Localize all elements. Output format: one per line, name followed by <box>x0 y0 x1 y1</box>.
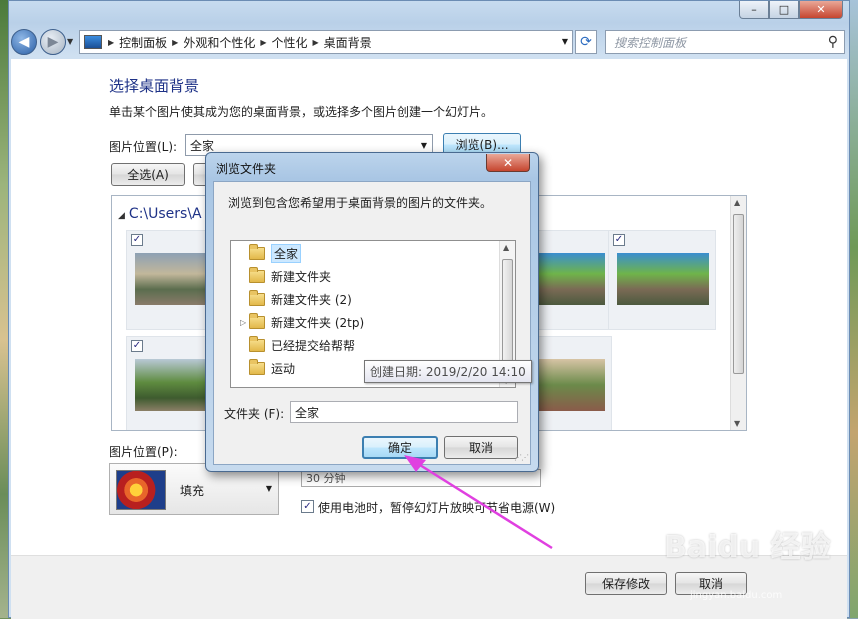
breadcrumb-desktop-background[interactable]: 桌面背景 <box>324 34 372 51</box>
tree-item[interactable]: 已经提交给帮帮 <box>249 335 355 355</box>
folder-icon <box>249 312 265 329</box>
dialog-title: 浏览文件夹 <box>216 162 277 176</box>
picture-location-value: 全家 <box>190 138 215 153</box>
back-button[interactable]: ◀ <box>11 29 37 55</box>
resize-grip-icon[interactable]: ⋰⋰ <box>514 453 529 462</box>
baidu-watermark: Baidu 经验 <box>664 530 831 565</box>
dialog-cancel-button[interactable]: 取消 <box>444 436 518 459</box>
thumbnail-image <box>617 253 709 305</box>
folder-field[interactable]: 全家 <box>290 401 518 423</box>
page-description: 单击某个图片使其成为您的桌面背景，或选择多个图片创建一个幻灯片。 <box>109 105 494 119</box>
search-input[interactable]: 搜索控制面板 ⚲ <box>605 30 845 54</box>
folder-group-header[interactable]: ◢ C:\Users\A <box>118 206 202 222</box>
folder-field-label: 文件夹 (F): <box>224 407 285 421</box>
watermark-url: jingyan.baidu.com <box>690 590 783 601</box>
close-button[interactable]: ✕ <box>799 1 843 19</box>
thumbnail-checkbox[interactable]: ✓ <box>131 340 143 352</box>
position-preview-image <box>116 470 166 510</box>
chevron-down-icon[interactable]: ▼ <box>266 484 272 493</box>
window-caption-buttons: – □ ✕ <box>739 1 843 19</box>
tree-item[interactable]: 全家 <box>249 243 302 263</box>
chevron-right-icon[interactable]: ▶ <box>260 38 266 47</box>
scroll-down-icon[interactable]: ▼ <box>734 419 740 428</box>
select-all-button[interactable]: 全选(A) <box>111 163 185 186</box>
chevron-down-icon[interactable]: ▼ <box>421 141 427 150</box>
save-changes-button[interactable]: 保存修改 <box>585 572 667 595</box>
tree-item[interactable]: 运动 <box>249 358 295 378</box>
folder-icon <box>249 335 265 352</box>
picture-thumbnail[interactable]: ✓ <box>608 230 716 330</box>
expand-icon[interactable]: ▷ <box>240 318 246 327</box>
battery-pause-label[interactable]: 使用电池时，暂停幻灯片放映可节省电源(W) <box>318 499 555 516</box>
breadcrumb-appearance[interactable]: 外观和个性化 <box>183 34 255 51</box>
dialog-body: 浏览到包含您希望用于桌面背景的图片的文件夹。 全家 新建文件夹 新建文件夹 (2… <box>213 181 532 465</box>
chevron-right-icon[interactable]: ▶ <box>108 38 114 47</box>
folder-icon <box>249 266 265 283</box>
search-placeholder: 搜索控制面板 <box>614 35 687 50</box>
folder-icon <box>249 358 265 375</box>
picture-location-label: 图片位置(L): <box>109 140 178 154</box>
address-dropdown-icon[interactable]: ▼ <box>562 37 568 46</box>
scroll-up-icon[interactable]: ▲ <box>734 198 740 207</box>
collapse-icon[interactable]: ◢ <box>118 211 125 221</box>
refresh-button[interactable]: ⟳ <box>575 30 597 54</box>
scrollbar-thumb[interactable] <box>502 259 513 367</box>
folder-tooltip: 创建日期: 2019/2/20 14:10 <box>364 360 532 383</box>
breadcrumb-personalization[interactable]: 个性化 <box>272 34 308 51</box>
gallery-scrollbar[interactable]: ▲ ▼ <box>730 196 746 430</box>
scrollbar-thumb[interactable] <box>733 214 744 374</box>
address-bar[interactable]: ▶ 控制面板 ▶ 外观和个性化 ▶ 个性化 ▶ 桌面背景 ▼ <box>79 30 573 54</box>
scroll-up-icon[interactable]: ▲ <box>503 243 509 252</box>
thumbnail-checkbox[interactable]: ✓ <box>131 234 143 246</box>
chevron-right-icon[interactable]: ▶ <box>313 38 319 47</box>
folder-icon <box>249 289 265 306</box>
forward-button[interactable]: ▶ <box>40 29 66 55</box>
dialog-close-button[interactable]: ✕ <box>486 154 530 172</box>
minimize-button[interactable]: – <box>739 1 769 19</box>
chevron-right-icon[interactable]: ▶ <box>172 38 178 47</box>
ok-button[interactable]: 确定 <box>362 436 438 459</box>
thumbnail-checkbox[interactable]: ✓ <box>613 234 625 246</box>
picture-position-value: 填充 <box>180 484 205 498</box>
browse-folder-dialog: 浏览文件夹 ✕ 浏览到包含您希望用于桌面背景的图片的文件夹。 全家 新建文件夹 … <box>205 152 539 472</box>
maximize-button[interactable]: □ <box>769 1 799 19</box>
tree-item[interactable]: 新建文件夹 (2) <box>249 289 352 309</box>
page-title: 选择桌面背景 <box>109 77 200 95</box>
picture-position-label: 图片位置(P): <box>109 445 178 459</box>
battery-pause-checkbox[interactable]: ✓ <box>301 500 314 513</box>
tree-item[interactable]: ▷ 新建文件夹 (2tp) <box>240 312 364 332</box>
recent-pages-dropdown[interactable]: ▼ <box>67 37 73 46</box>
dialog-description: 浏览到包含您希望用于桌面背景的图片的文件夹。 <box>228 196 493 210</box>
search-icon[interactable]: ⚲ <box>828 34 838 50</box>
breadcrumb-control-panel[interactable]: 控制面板 <box>119 34 167 51</box>
control-panel-icon <box>84 35 102 49</box>
navigation-bar: ◀ ▶ ▼ ▶ 控制面板 ▶ 外观和个性化 ▶ 个性化 ▶ 桌面背景 ▼ ⟳ 搜… <box>9 27 849 55</box>
folder-icon <box>249 243 265 260</box>
tree-item[interactable]: 新建文件夹 <box>249 266 331 286</box>
